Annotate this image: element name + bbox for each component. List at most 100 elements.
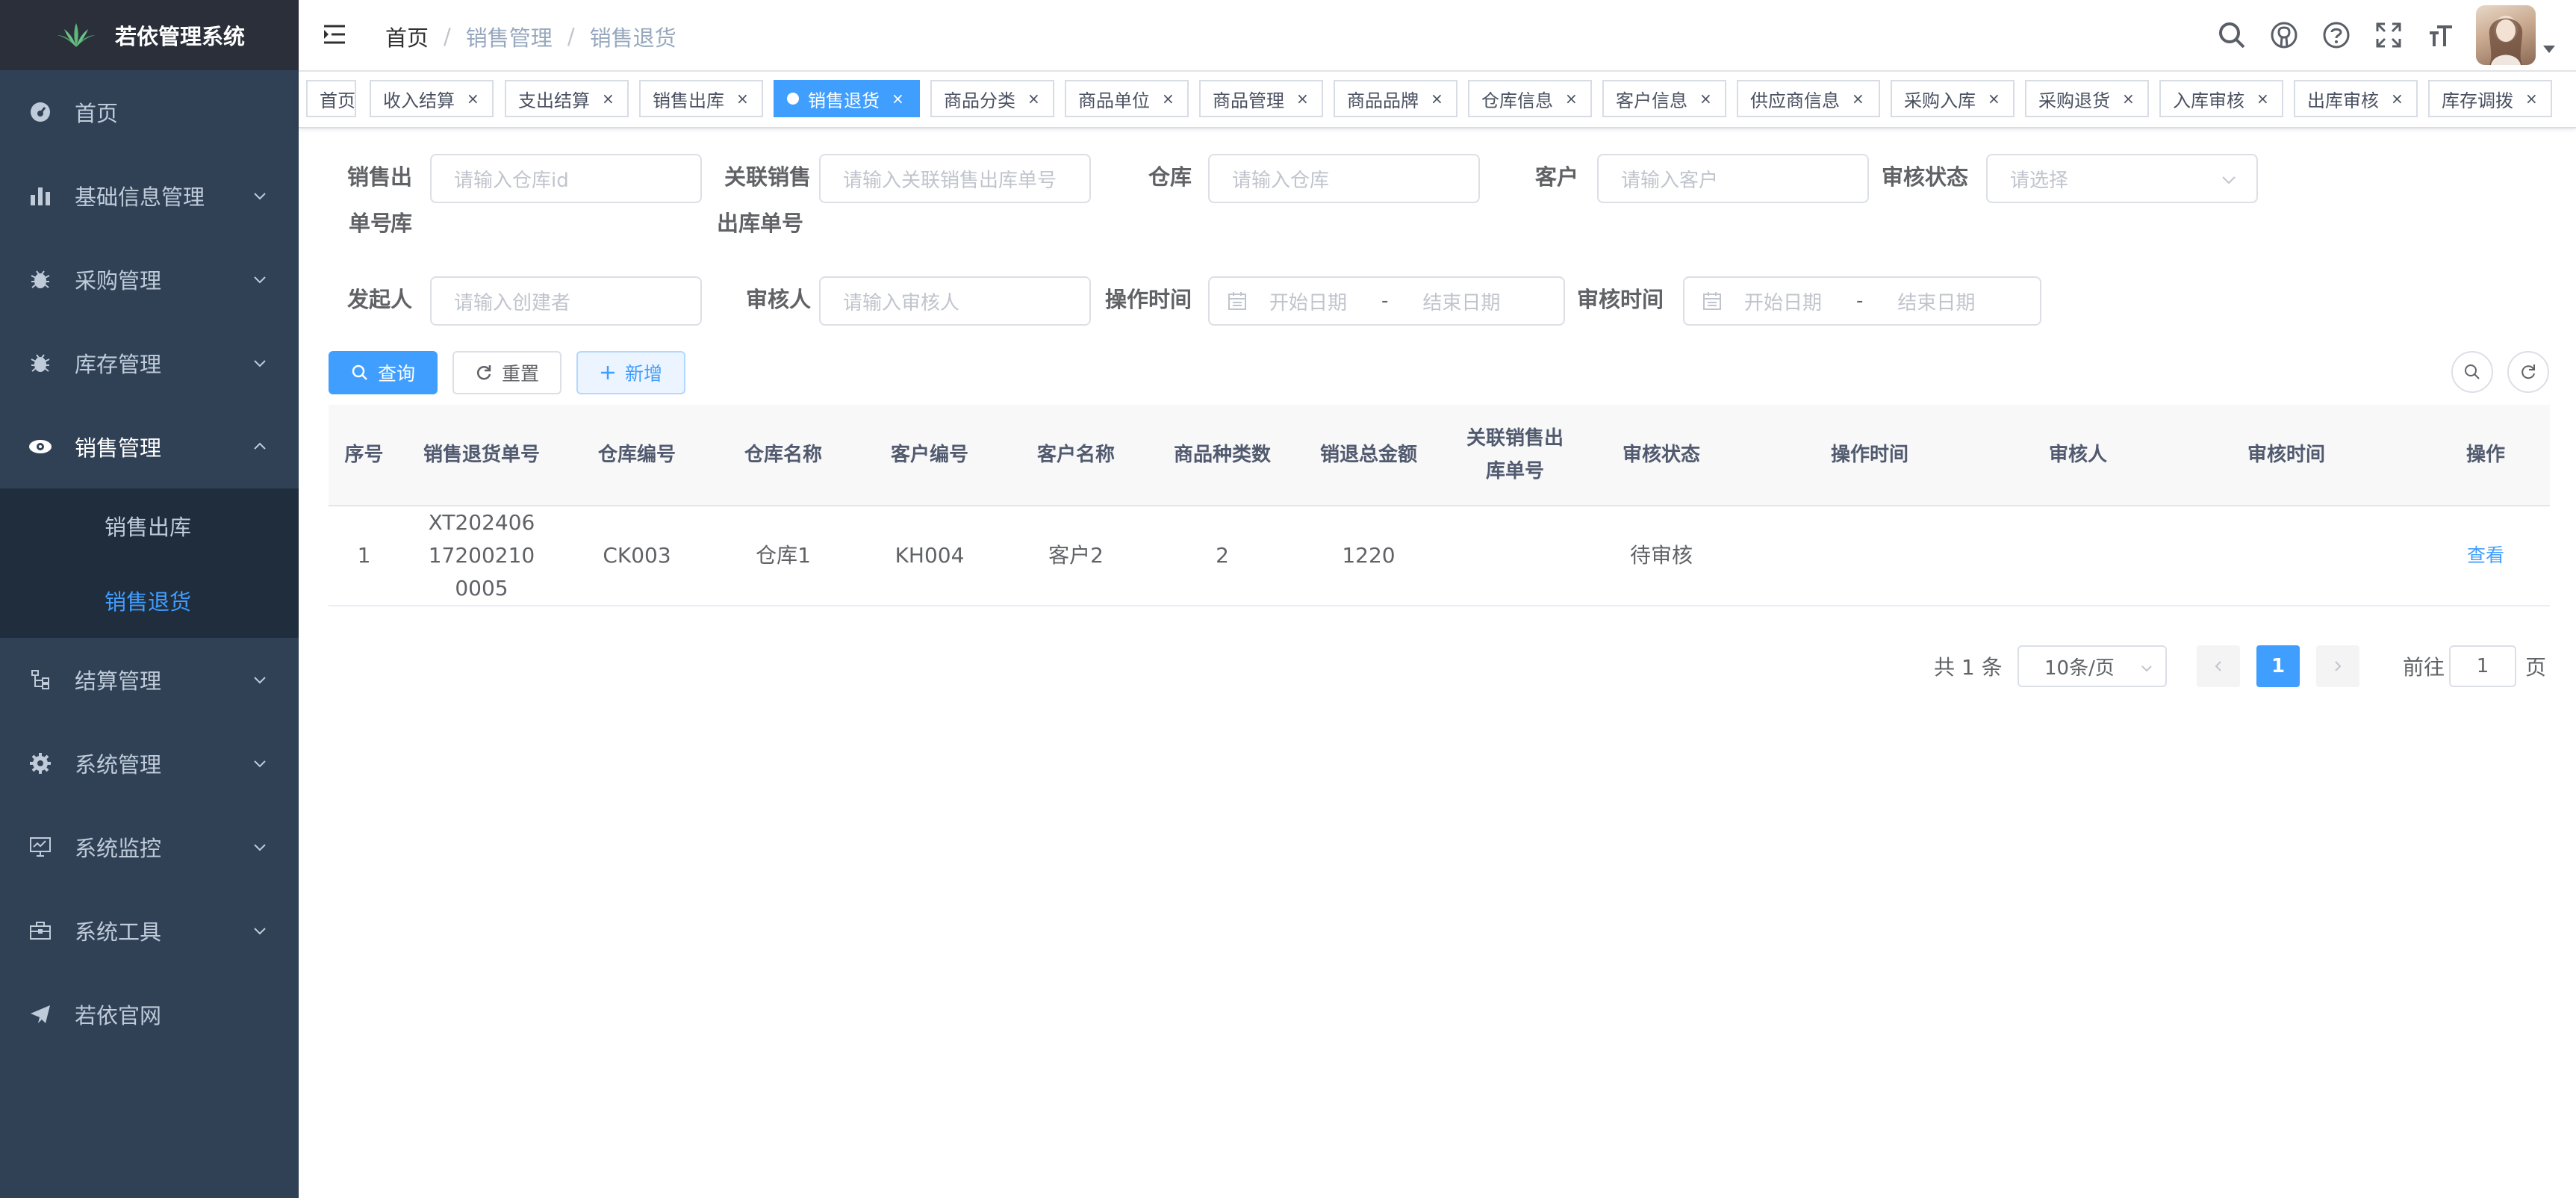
sidebar-item-inventory[interactable]: 库存管理 [0,321,299,405]
monitor-icon [28,835,52,859]
goto-page-input[interactable]: 1 [2449,645,2516,687]
calendar-icon [1703,292,1721,310]
refresh-button[interactable] [2507,351,2549,393]
td-customer-code: KH004 [895,543,965,568]
avatar[interactable] [2476,5,2536,65]
sidebar-item-basic-info[interactable]: 基础信息管理 [0,154,299,238]
close-icon[interactable]: × [2525,90,2538,108]
close-icon[interactable]: × [1162,90,1175,108]
tag-home[interactable]: 首页 [306,80,356,117]
tag-income-settlement[interactable]: 收入结算 × [370,80,494,117]
tag-label: 商品管理 [1213,90,1284,111]
caret-down-icon[interactable] [2543,46,2555,55]
search-icon[interactable] [2206,0,2258,70]
sidebar-item-system[interactable]: 系统管理 [0,721,299,805]
tag-label: 支出结算 [518,90,590,111]
tag-purchase-in[interactable]: 采购入库 × [1891,80,2015,117]
close-icon[interactable]: × [2391,90,2404,108]
close-icon[interactable]: × [1988,90,2000,108]
reset-button[interactable]: 重置 [452,351,561,394]
toggle-search-button[interactable] [2451,351,2493,393]
sidebar-subitem-sales-out[interactable]: 销售出库 [0,488,299,563]
view-link[interactable]: 查看 [2421,506,2550,605]
audit-time-end[interactable]: 结束日期 [1897,288,1975,315]
chevron-right-icon [2335,661,2342,671]
sidebar-item-settlement[interactable]: 结算管理 [0,638,299,721]
close-icon[interactable]: × [602,90,615,108]
tag-label: 商品品牌 [1347,90,1419,111]
sidebar-item-website[interactable]: 若依官网 [0,972,299,1056]
logo[interactable]: 若依管理系统 [0,0,299,70]
audit-time-separator: - [1856,290,1864,312]
pagination-total: 共 1 条 [1934,655,2003,680]
tag-purchase-return[interactable]: 采购退货 × [2025,80,2149,117]
close-icon[interactable]: × [1027,90,1040,108]
help-icon[interactable] [2310,0,2362,70]
tag-product-brand[interactable]: 商品品牌 × [1334,80,1457,117]
td-auditor [2005,506,2151,605]
sidebar-subitem-sales-return[interactable]: 销售退货 [0,563,299,638]
github-icon[interactable] [2258,0,2310,70]
tag-supplier-info[interactable]: 供应商信息 × [1737,80,1880,117]
close-icon[interactable]: × [1296,90,1309,108]
close-icon[interactable]: × [2122,90,2135,108]
op-time-start[interactable]: 开始日期 [1269,288,1347,315]
close-icon[interactable]: × [736,90,749,108]
chevron-down-icon [254,193,266,200]
sidebar-item-sales[interactable]: 销售管理 [0,405,299,488]
chevron-down-icon [2141,665,2152,672]
close-icon[interactable]: × [892,90,904,108]
tag-inbound-audit[interactable]: 入库审核 × [2159,80,2283,117]
audit-time-start[interactable]: 开始日期 [1744,288,1822,315]
tag-stock-transfer[interactable]: 库存调拨 × [2428,80,2552,117]
search-button[interactable]: 查询 [329,351,438,394]
audit-time-label: 审核时间 [1577,287,1664,312]
next-page-button[interactable] [2316,645,2359,687]
sidebar-item-monitor[interactable]: 系统监控 [0,805,299,889]
tag-customer-info[interactable]: 客户信息 × [1602,80,1726,117]
font-size-icon[interactable] [2415,0,2467,70]
page-size-select[interactable]: 10条/页 [2017,645,2167,687]
hamburger-icon[interactable] [321,21,348,48]
tag-outbound-audit[interactable]: 出库审核 × [2294,80,2418,117]
customer-input[interactable]: 请输入客户 [1597,154,1869,203]
sidebar-item-purchase[interactable]: 采购管理 [0,238,299,321]
page-unit-label: 页 [2525,655,2547,680]
warehouse-label: 仓库 [1148,164,1192,190]
tag-expense-settlement[interactable]: 支出结算 × [505,80,629,117]
audit-time-range[interactable]: 开始日期 - 结束日期 [1683,276,2041,326]
auditor-input[interactable]: 请输入审核人 [819,276,1091,326]
tag-sales-out[interactable]: 销售出库 × [639,80,763,117]
close-icon[interactable]: × [1852,90,1864,108]
initiator-label: 发起人 [346,287,412,312]
close-icon[interactable]: × [1699,90,1712,108]
sidebar-item-tools[interactable]: 系统工具 [0,889,299,972]
initiator-input[interactable]: 请输入创建者 [430,276,702,326]
breadcrumb-home[interactable]: 首页 [385,21,429,52]
refresh-icon [476,365,491,380]
tag-sales-return[interactable]: 销售退货 × [774,80,920,117]
tag-product-category[interactable]: 商品分类 × [930,80,1054,117]
tag-product-unit[interactable]: 商品单位 × [1065,80,1189,117]
op-time-range[interactable]: 开始日期 - 结束日期 [1208,276,1565,326]
close-icon[interactable]: × [467,90,479,108]
th-warehouse-name: 仓库名称 [744,444,822,466]
tag-warehouse-info[interactable]: 仓库信息 × [1468,80,1592,117]
tag-product-management[interactable]: 商品管理 × [1199,80,1323,117]
sidebar-item-home[interactable]: 首页 [0,70,299,154]
sales-out-no-input[interactable]: 请输入仓库id [430,154,702,203]
add-button[interactable]: 新增 [576,351,685,394]
page-number[interactable]: 1 [2256,645,2300,687]
audit-status-select[interactable]: 请选择 [1986,154,2258,203]
prev-page-button[interactable] [2197,645,2240,687]
fullscreen-icon[interactable] [2362,0,2415,70]
linked-no-input[interactable]: 请输入关联销售出库单号 [819,154,1091,203]
warehouse-input[interactable]: 请输入仓库 [1208,154,1480,203]
close-icon[interactable]: × [1431,90,1443,108]
th-item-kinds: 商品种类数 [1173,444,1271,466]
th-status: 审核状态 [1622,444,1700,466]
close-icon[interactable]: × [1565,90,1578,108]
close-icon[interactable]: × [2256,90,2269,108]
op-time-end[interactable]: 结束日期 [1422,288,1500,315]
tag-label: 仓库信息 [1481,90,1553,111]
